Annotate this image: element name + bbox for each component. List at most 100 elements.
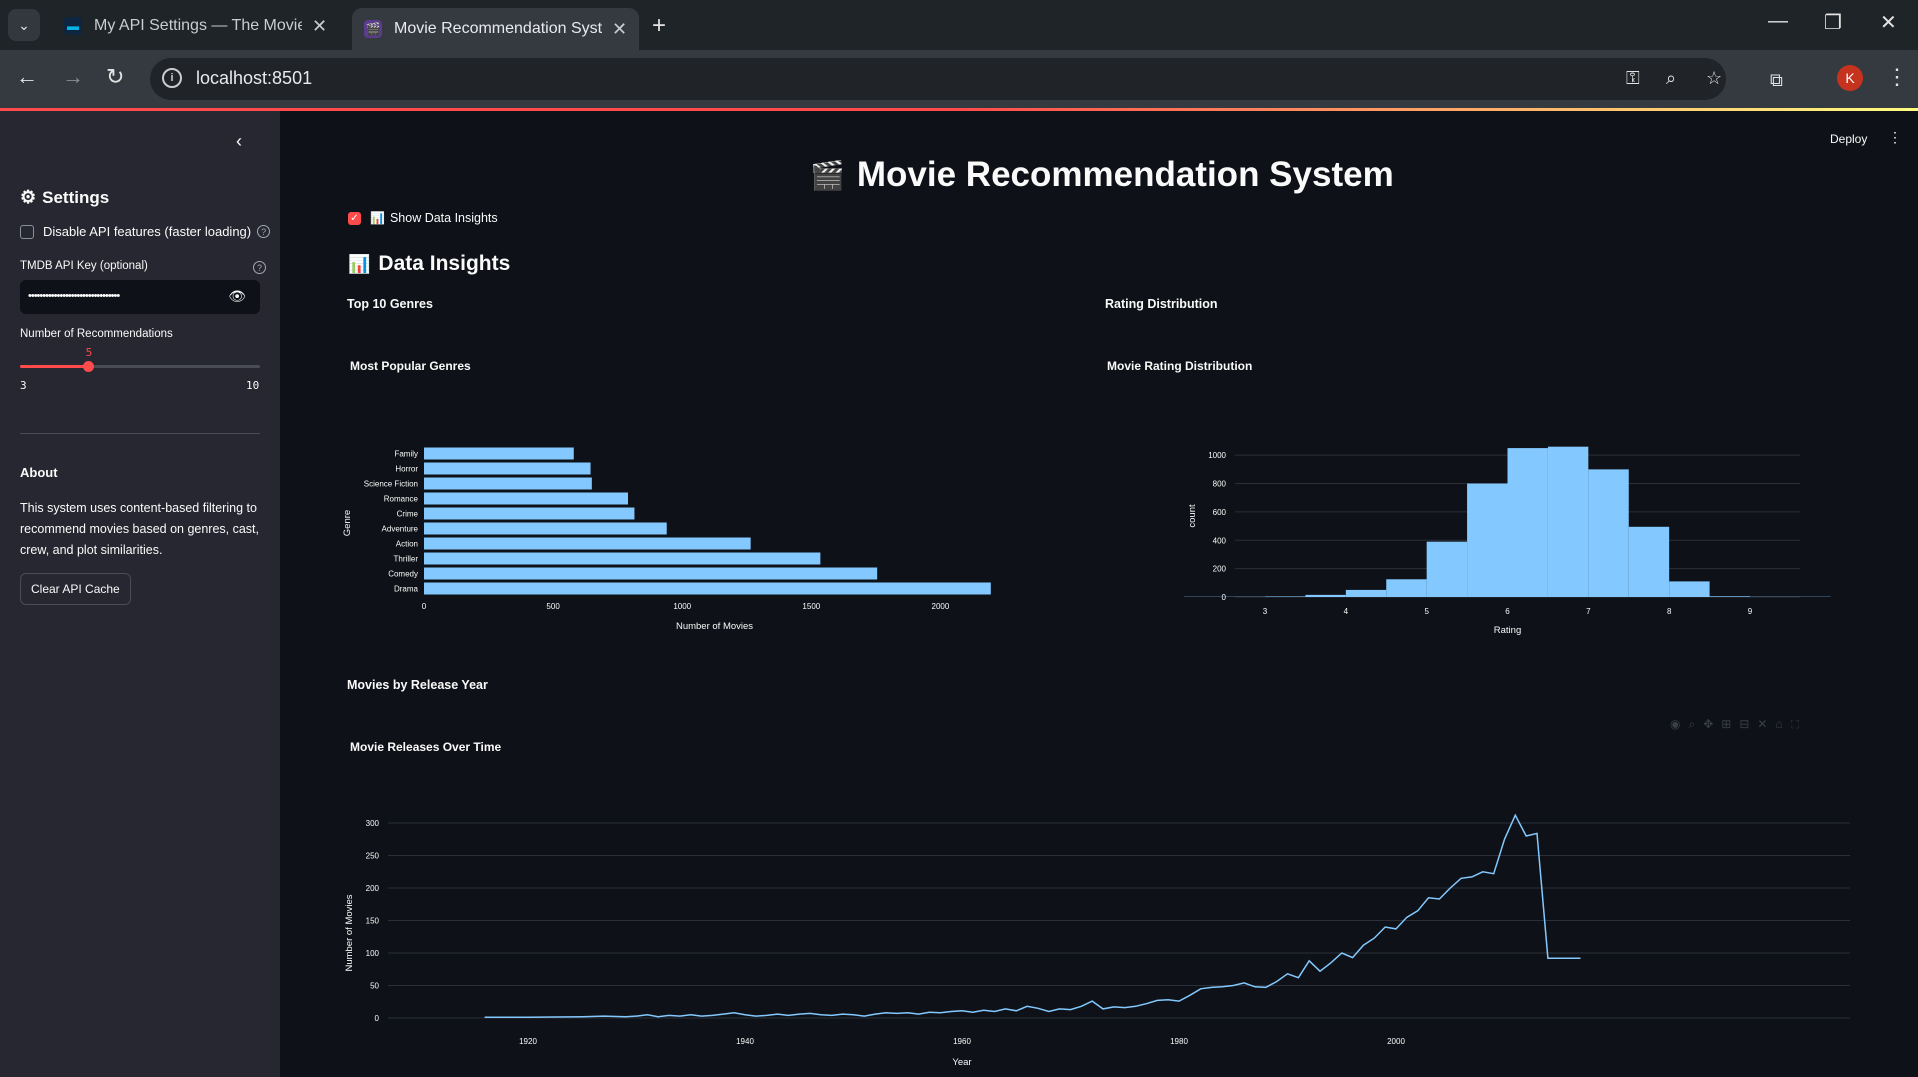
histogram-bar [1386,579,1427,597]
site-info-icon[interactable]: i [162,68,182,88]
genre-tick-label: Action [396,540,418,549]
recommendations-slider-thumb[interactable] [83,361,95,372]
pan-icon[interactable]: ✥ [1703,717,1721,731]
zoom-out-icon[interactable]: ⊟ [1739,717,1757,731]
genre-bar [424,477,592,490]
address-bar[interactable]: i localhost:8501 ⚿ ⌕ ☆ [150,58,1726,100]
genre-bar [424,537,751,550]
app-menu-icon[interactable]: ⋮ [1888,129,1902,146]
x-tick-label: 7 [1586,607,1591,616]
tab-search-button[interactable]: ⌄ [8,9,40,41]
genre-tick-label: Romance [384,495,419,504]
genre-bar [424,462,591,475]
show-insights-checkbox[interactable]: ✓ [348,211,361,225]
clear-api-cache-button[interactable]: Clear API Cache [20,573,131,605]
x-tick-label: 4 [1344,607,1349,616]
x-tick-label: 1980 [1170,1037,1188,1046]
x-tick-label: 1500 [802,602,820,611]
extensions-puzzle-icon[interactable]: ⧉ [1770,70,1783,91]
disable-api-checkbox[interactable] [20,224,34,239]
releases-line-chart[interactable]: 0 50 100 150 200 250 300 1920 1940 1960 1980 2000 Ye… [340,791,1870,1077]
genre-tick-label: Horror [395,465,418,474]
genre-bar [424,522,667,535]
histogram-bar [1669,581,1710,597]
show-password-eye-icon[interactable]: 👁 [228,288,246,305]
reload-icon[interactable]: ↻ [106,64,124,90]
x-tick-label: 2000 [1387,1037,1405,1046]
slider-max-label: 10 [246,379,260,392]
histogram-bar [1305,594,1346,597]
tab-close-icon[interactable]: ✕ [612,19,627,40]
genre-bar [424,447,574,460]
new-tab-plus-icon[interactable]: + [652,12,666,40]
close-window-icon[interactable]: ✕ [1880,10,1897,35]
profile-avatar[interactable]: K [1837,65,1863,91]
genres-bar-chart[interactable]: Family Horror Science Fiction Romance Crime A… [340,401,1060,651]
zoom-icon[interactable]: ⌕ [1666,68,1676,89]
histogram-bar [1265,596,1306,597]
browser-toolbar: ← → ↻ i localhost:8501 ⚿ ⌕ ☆ ⧉ K ⋮ [0,50,1918,108]
insights-heading: 📊 Data Insights [348,252,510,276]
rating-subheading: Rating Distribution [1105,297,1218,311]
clapper-favicon-icon: 🎬 [364,20,382,38]
bar-chart-icon: 📊 [348,253,371,274]
settings-heading: ⚙ Settings [20,187,109,208]
show-insights-checkbox-row[interactable]: ✓ 📊 Show Data Insights [348,211,498,225]
about-text: This system uses content-based filtering… [20,501,260,557]
y-axis-label: Genre [342,510,353,536]
y-tick-label: 0 [375,1014,380,1023]
x-tick-label: 3 [1263,607,1268,616]
x-tick-label: 0 [422,602,427,611]
zoom-in-icon[interactable]: ⊞ [1721,717,1739,731]
year-subheading: Movies by Release Year [347,678,488,692]
camera-icon[interactable]: ◉ [1670,717,1688,731]
histogram-bar [1345,589,1387,597]
browser-menu-icon[interactable]: ⋮ [1886,64,1908,90]
api-key-value: •••••••••••••••••••••••••••••••• [28,290,120,302]
disable-api-checkbox-row[interactable]: Disable API features (faster loading) ? [20,224,271,239]
deploy-button[interactable]: Deploy [1830,132,1867,146]
browser-tab-tmdb[interactable]: ▬ My API Settings — The Movie D ✕ [52,8,339,44]
reset-icon[interactable]: ⌂ [1775,717,1790,731]
genre-tick-label: Comedy [388,570,418,579]
help-icon[interactable]: ? [257,225,271,238]
fullscreen-icon[interactable]: ⛶ [1791,717,1807,731]
autoscale-icon[interactable]: ✕ [1757,717,1775,731]
y-axis-label: Number of Movies [344,894,355,971]
genre-tick-label: Drama [394,585,419,594]
browser-tab-app[interactable]: 🎬 Movie Recommendation System ✕ [352,8,640,50]
about-heading: About [20,465,58,480]
minimize-icon[interactable]: — [1768,10,1788,33]
x-axis-label: Rating [1494,625,1521,636]
histogram-bar [1507,448,1548,597]
histogram-bar [1709,596,1750,597]
slider-min-label: 3 [20,379,27,392]
key-icon[interactable]: ⚿ [1626,68,1640,89]
bookmark-star-icon[interactable]: ☆ [1706,68,1722,89]
help-icon[interactable]: ? [253,261,266,274]
y-tick-label: 200 [1213,565,1227,574]
x-tick-label: 2000 [932,602,950,611]
collapse-sidebar-chevron-left-icon[interactable]: ‹ [236,131,242,152]
y-tick-label: 0 [1222,593,1227,602]
genre-tick-label: Crime [397,510,419,519]
insights-title: Data Insights [378,252,511,275]
back-arrow-icon[interactable]: ← [16,64,38,90]
zoom-icon[interactable]: ⌕ [1688,717,1703,731]
y-axis-label: count [1187,504,1198,528]
chart-modebar[interactable]: ◉⌕✥⊞⊟✕⌂⛶ [1670,717,1807,732]
histogram-bar [1467,483,1508,597]
y-tick-label: 300 [366,819,380,828]
tab-title: Movie Recommendation System [394,20,602,37]
tab-close-icon[interactable]: ✕ [312,16,327,37]
api-key-input[interactable]: •••••••••••••••••••••••••••••••• 👁 [20,280,260,314]
show-insights-label: Show Data Insights [389,211,498,225]
rating-chart-title: Movie Rating Distribution [1107,359,1253,373]
histogram-bar [1426,541,1468,597]
genre-bar [424,492,628,505]
y-tick-label: 50 [370,982,379,991]
forward-arrow-icon[interactable]: → [62,64,84,90]
y-tick-label: 600 [1213,508,1227,517]
rating-histogram[interactable]: 0 200 400 600 800 1000 3 4 5 6 7 8 9 Rating count [1095,401,1865,651]
restore-icon[interactable]: ❐ [1824,10,1842,35]
